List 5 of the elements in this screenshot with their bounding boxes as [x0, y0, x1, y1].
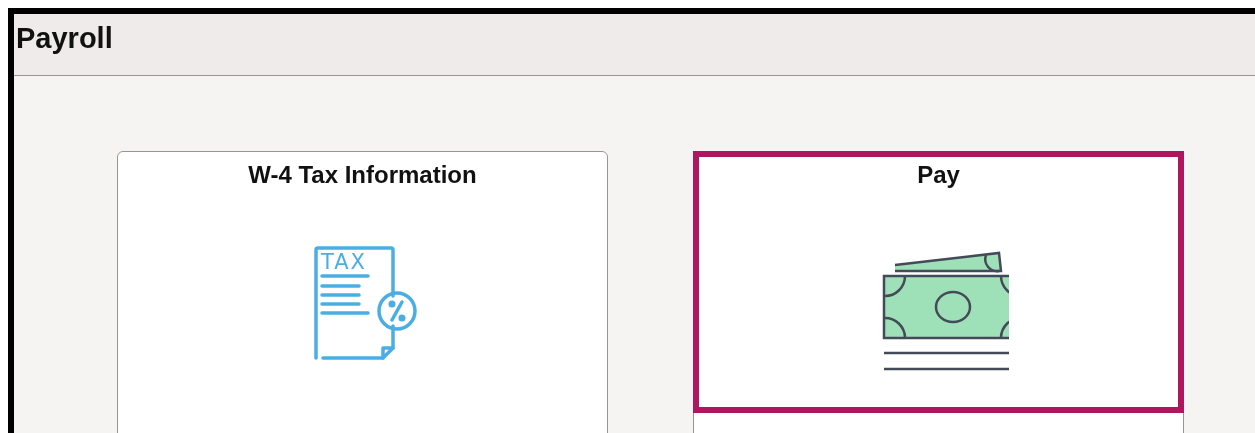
tile-title: W-4 Tax Information — [248, 160, 477, 190]
page-title: Payroll — [16, 21, 114, 56]
tile-link[interactable]: Pay — [693, 151, 1184, 413]
tile-title: Pay — [917, 160, 960, 190]
tile-link[interactable]: W-4 Tax Information TAX — [117, 151, 608, 413]
